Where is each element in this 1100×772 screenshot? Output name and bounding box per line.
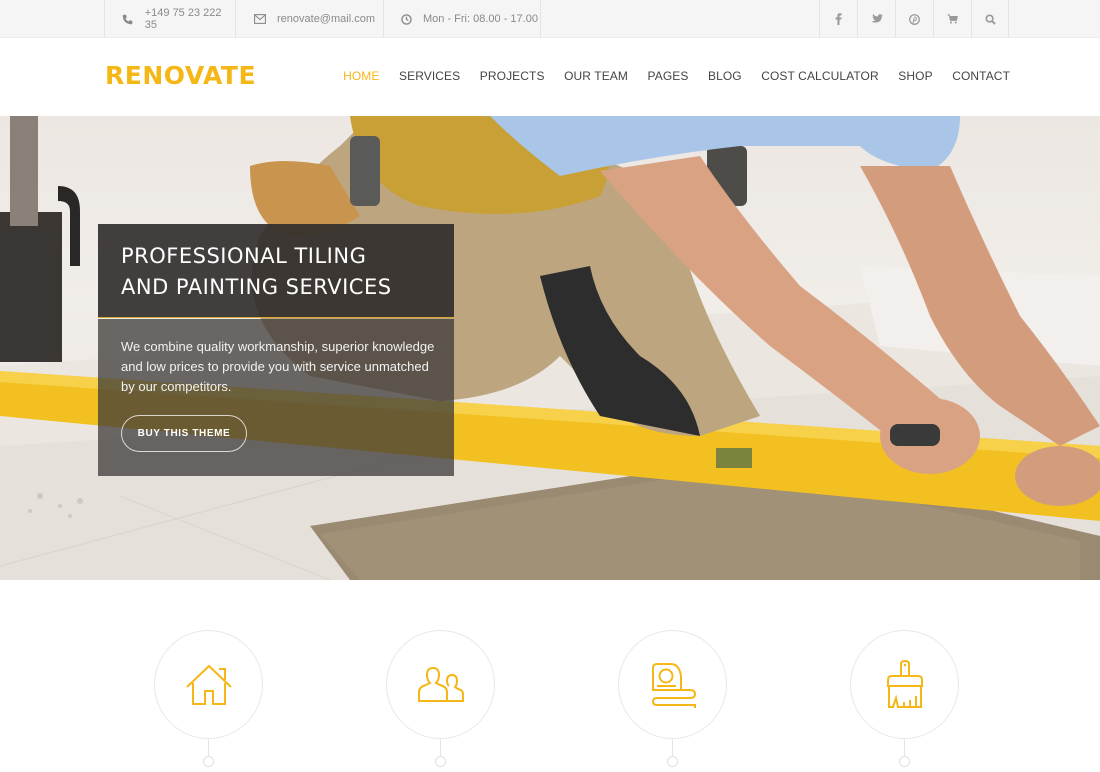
hours-text: Mon - Fri: 08.00 - 17.00	[423, 13, 538, 25]
hero-description: We combine quality workmanship, superior…	[121, 339, 435, 394]
clock-icon	[399, 12, 413, 26]
connector-dot	[667, 756, 678, 767]
nav-blog[interactable]: BLOG	[708, 69, 742, 83]
nav-services[interactable]: SERVICES	[399, 69, 460, 83]
feature-item[interactable]	[386, 630, 496, 772]
pinterest-icon	[909, 13, 920, 25]
hero-slider: PROFESSIONAL TILING AND PAINTING SERVICE…	[0, 116, 1100, 580]
opening-hours: Mon - Fri: 08.00 - 17.00	[383, 0, 541, 38]
tape-measure-icon	[651, 662, 696, 708]
feature-circle[interactable]	[618, 630, 727, 739]
search-icon	[984, 13, 996, 25]
connector-dot	[899, 756, 910, 767]
hero-title: PROFESSIONAL TILING AND PAINTING SERVICE…	[121, 241, 441, 303]
connector-line	[672, 739, 673, 757]
nav-shop[interactable]: SHOP	[898, 69, 932, 83]
facebook-icon	[835, 13, 842, 25]
contact-phone: +149 75 23 222 35	[104, 0, 235, 38]
pinterest-link[interactable]	[895, 0, 933, 38]
feature-circle[interactable]	[386, 630, 495, 739]
nav-pages[interactable]: PAGES	[648, 69, 689, 83]
connector-dot	[203, 756, 214, 767]
connector-dot	[435, 756, 446, 767]
feature-item[interactable]	[618, 630, 728, 772]
phone-icon	[121, 12, 135, 26]
feature-item[interactable]	[154, 630, 264, 772]
cart-button[interactable]	[933, 0, 971, 38]
feature-item[interactable]	[850, 630, 960, 772]
envelope-icon	[253, 12, 267, 26]
hero-title-line-2: AND PAINTING SERVICES	[121, 275, 392, 299]
paint-brush-icon	[886, 659, 923, 708]
nav-home[interactable]: HOME	[343, 69, 379, 83]
hero-title-line-1: PROFESSIONAL TILING	[121, 244, 367, 268]
twitter-icon	[870, 14, 883, 23]
search-button[interactable]	[971, 0, 1009, 38]
twitter-link[interactable]	[857, 0, 895, 38]
site-logo[interactable]: RENOVATE	[105, 61, 256, 90]
features-section	[0, 580, 1100, 772]
phone-number: +149 75 23 222 35	[144, 7, 222, 31]
feature-circle[interactable]	[850, 630, 959, 739]
site-header: RENOVATE HOME SERVICES PROJECTS OUR TEAM…	[0, 38, 1100, 116]
feature-circle[interactable]	[154, 630, 263, 739]
nav-projects[interactable]: PROJECTS	[480, 69, 545, 83]
buy-this-theme-button[interactable]: BUY THIS THEME	[121, 415, 247, 452]
connector-line	[440, 739, 441, 757]
connector-line	[904, 739, 905, 757]
cart-icon	[947, 14, 958, 24]
facebook-link[interactable]	[819, 0, 857, 38]
house-icon	[185, 664, 232, 705]
contact-email[interactable]: renovate@mail.com	[235, 0, 383, 38]
team-icon	[417, 666, 464, 702]
main-nav: HOME SERVICES PROJECTS OUR TEAM PAGES BL…	[324, 69, 1010, 83]
connector-line	[208, 739, 209, 757]
top-bar: +149 75 23 222 35 renovate@mail.com Mon …	[0, 0, 1100, 38]
nav-cost-calculator[interactable]: COST CALCULATOR	[761, 69, 879, 83]
nav-contact[interactable]: CONTACT	[952, 69, 1010, 83]
hero-caption: PROFESSIONAL TILING AND PAINTING SERVICE…	[98, 224, 454, 476]
email-address[interactable]: renovate@mail.com	[277, 13, 375, 25]
nav-our-team[interactable]: OUR TEAM	[564, 69, 628, 83]
